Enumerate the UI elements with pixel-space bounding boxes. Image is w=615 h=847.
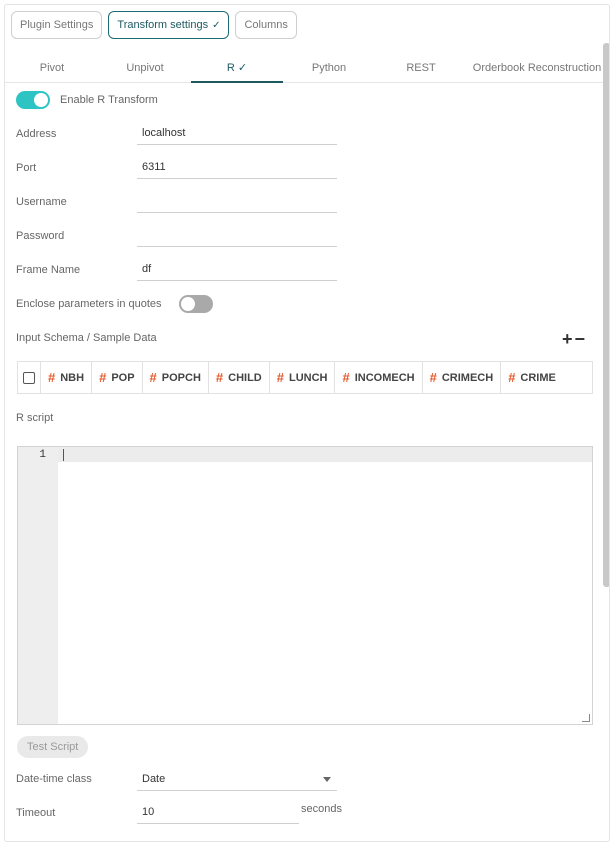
column-name: INCOMECH	[354, 371, 415, 384]
number-type-icon: #	[48, 370, 56, 385]
tab-rest[interactable]: REST	[375, 53, 467, 83]
number-type-icon: #	[99, 370, 107, 385]
enclose-quotes-toggle[interactable]	[179, 295, 213, 313]
tab-plugin-settings[interactable]: Plugin Settings	[11, 11, 103, 39]
r-script-label: R script	[16, 412, 54, 424]
enable-r-transform-toggle[interactable]	[16, 91, 50, 109]
toggle-knob	[181, 297, 195, 311]
chevron-down-icon	[323, 777, 331, 782]
address-label: Address	[16, 128, 57, 140]
test-script-button[interactable]: Test Script	[17, 736, 89, 758]
number-type-icon: #	[215, 370, 224, 385]
timeout-unit-label: seconds	[301, 803, 342, 815]
password-field[interactable]	[137, 225, 337, 247]
port-label: Port	[16, 162, 37, 174]
tab-plugin-settings-label: Plugin Settings	[20, 19, 94, 31]
schema-column-crime[interactable]: # CRIME	[500, 362, 563, 393]
timeout-field[interactable]: 10	[137, 802, 299, 824]
number-type-icon: #	[508, 370, 516, 385]
column-name: CRIME	[520, 371, 556, 384]
password-label: Password	[16, 230, 65, 242]
line-number: 1	[39, 449, 46, 461]
schema-column-popch[interactable]: # POPCH	[141, 362, 208, 393]
tab-unpivot[interactable]: Unpivot	[99, 53, 191, 83]
column-name: NBH	[60, 371, 85, 384]
input-schema-label: Input Schema / Sample Data	[16, 332, 157, 344]
add-remove-column-controls[interactable]: +−	[562, 329, 587, 350]
port-field[interactable]: 6311	[137, 157, 337, 179]
schema-column-incomech[interactable]: # INCOMECH	[334, 362, 421, 393]
enable-r-transform-label: Enable R Transform	[60, 94, 158, 106]
tab-columns[interactable]: Columns	[235, 11, 297, 39]
number-type-icon: #	[429, 370, 437, 385]
address-field[interactable]: localhost	[137, 123, 337, 145]
input-schema-table: # NBH # POP # POPCH # CHILD # LUNCH # INCOMECH…	[17, 361, 593, 394]
r-transform-panel: Plugin Settings Transform settings ✓ Col…	[4, 4, 610, 842]
schema-column-lunch[interactable]: # LUNCH	[268, 362, 335, 393]
settings-tab-bar: Plugin Settings Transform settings ✓ Col…	[11, 11, 297, 39]
timeout-label: Timeout	[16, 807, 56, 819]
tab-pivot[interactable]: Pivot	[5, 53, 99, 83]
resize-handle[interactable]	[582, 714, 590, 722]
tab-transform-settings[interactable]: Transform settings ✓	[108, 11, 230, 39]
transform-type-tabs: Pivot Unpivot R ✓ Python REST Orderbook …	[5, 53, 605, 83]
datetime-class-value: Date	[142, 773, 166, 785]
number-type-icon: #	[276, 370, 284, 385]
text-cursor	[63, 449, 64, 461]
tab-r[interactable]: R ✓	[191, 53, 283, 83]
frame-name-field[interactable]: df	[137, 259, 337, 281]
tab-orderbook-reconstruction[interactable]: Orderbook Reconstruction	[467, 53, 607, 83]
column-name: POP	[111, 371, 135, 384]
column-name: CRIMECH	[441, 371, 494, 384]
select-all-cell	[18, 362, 40, 393]
frame-name-label: Frame Name	[16, 264, 81, 276]
select-all-checkbox[interactable]	[23, 371, 35, 384]
tab-transform-settings-label: Transform settings	[117, 19, 209, 31]
datetime-class-label: Date-time class	[16, 773, 92, 785]
username-label: Username	[16, 196, 67, 208]
schema-column-crimech[interactable]: # CRIMECH	[421, 362, 501, 393]
tab-columns-label: Columns	[244, 19, 288, 31]
number-type-icon: #	[342, 370, 350, 385]
toggle-knob	[34, 93, 48, 107]
schema-column-nbh[interactable]: # NBH	[40, 362, 91, 393]
number-type-icon: #	[149, 370, 157, 385]
enclose-quotes-label: Enclose parameters in quotes	[16, 298, 162, 310]
column-name: POPCH	[161, 371, 201, 384]
line-number-gutter: 1	[18, 447, 58, 724]
username-field[interactable]	[137, 191, 337, 213]
active-line-highlight	[58, 447, 592, 462]
tab-python[interactable]: Python	[283, 53, 375, 83]
panel-scrollbar[interactable]	[603, 43, 609, 587]
check-icon: ✓	[212, 19, 221, 31]
column-name: CHILD	[228, 371, 262, 384]
r-script-editor[interactable]: 1	[17, 446, 593, 725]
column-name: LUNCH	[288, 371, 328, 384]
datetime-class-select[interactable]: Date	[137, 769, 337, 791]
schema-column-child[interactable]: # CHILD	[207, 362, 269, 393]
schema-column-pop[interactable]: # POP	[91, 362, 141, 393]
